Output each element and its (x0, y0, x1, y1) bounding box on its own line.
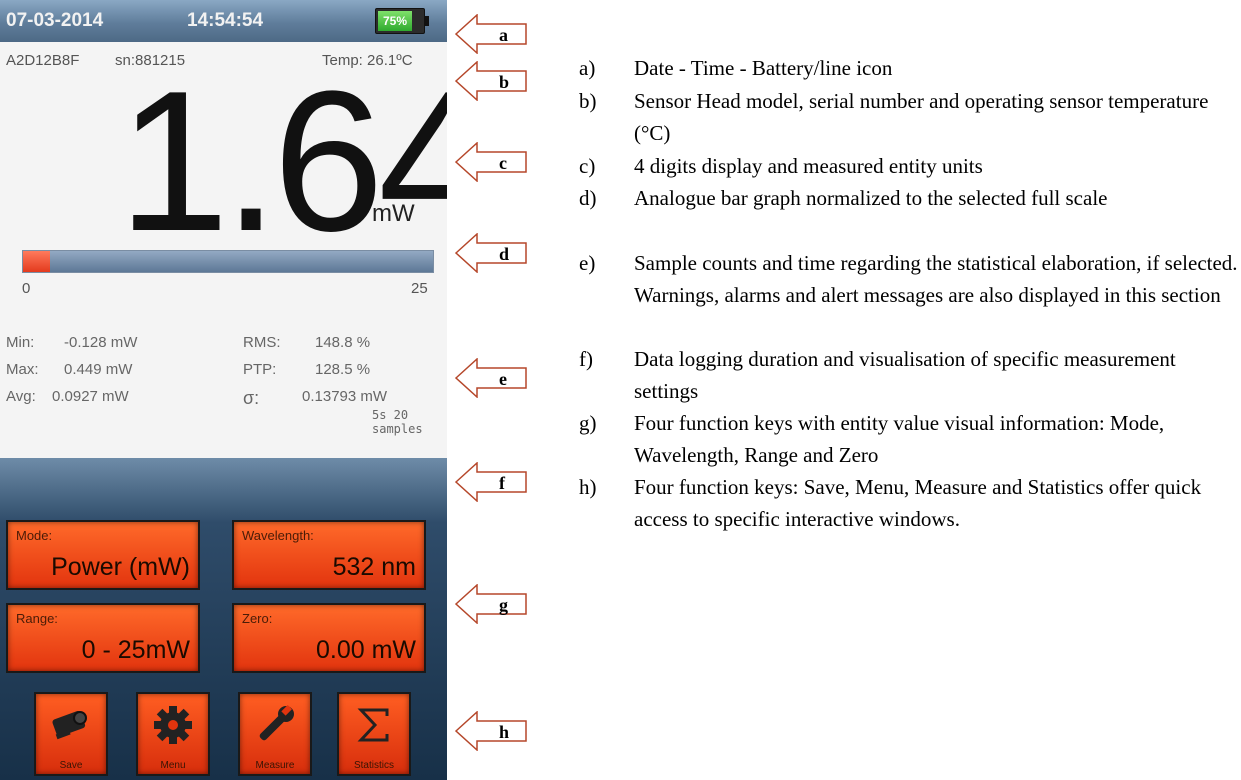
stat-avg-label: Avg: (6, 388, 36, 405)
sample-count: 5s 20 samples (372, 408, 423, 436)
menu-button-label: Menu (160, 760, 186, 771)
statistics-button[interactable]: Statistics (337, 692, 411, 776)
sigma-icon (357, 708, 389, 742)
time-display: 14:54:54 (187, 10, 264, 31)
left-arrow-icon (454, 232, 527, 274)
measurement-value: 1.64 (118, 50, 447, 273)
statistics-button-label: Statistics (353, 760, 394, 771)
wrench-icon (259, 705, 294, 741)
callout-b: b (454, 60, 527, 102)
battery-level: 75% (378, 11, 412, 31)
description-letter: b) (579, 89, 597, 113)
menu-button[interactable]: Menu (136, 692, 210, 776)
left-arrow-icon (454, 461, 527, 503)
callout-h: h (454, 710, 527, 752)
date-display: 07-03-2014 (6, 10, 104, 31)
left-arrow-icon (454, 710, 527, 752)
description-text: 4 digits display and measured entity uni… (634, 154, 983, 178)
description-letter: h) (579, 475, 597, 499)
zero-key-value: 0.00 mW (315, 636, 416, 664)
callout-letter: f (499, 473, 505, 493)
stat-rms-label: RMS: (243, 334, 281, 351)
description-text: Sensor Head model, serial number and ope… (634, 89, 1209, 145)
description-letter: f) (579, 347, 593, 371)
description-letter: g) (579, 411, 597, 435)
stat-min-value: -0.128 mW (64, 334, 138, 351)
bar-scale-min: 0 (22, 280, 31, 297)
mode-key-label: Mode: (16, 528, 53, 543)
stat-max-value: 0.449 mW (64, 361, 133, 378)
description-letter: d) (579, 186, 597, 210)
battery-terminal (425, 16, 429, 26)
zero-key[interactable]: Zero: 0.00 mW (232, 603, 426, 673)
mode-key-value: Power (mW) (51, 553, 190, 581)
sensor-model: A2D12B8F (6, 52, 80, 69)
sensor-head-icon (52, 711, 87, 740)
description-letter: a) (579, 56, 596, 80)
wavelength-key[interactable]: Wavelength: 532 nm (232, 520, 426, 590)
range-key-label: Range: (16, 611, 58, 626)
stat-avg-value: 0.0927 mW (52, 388, 129, 405)
mode-key[interactable]: Mode: Power (mW) (6, 520, 200, 590)
stat-rms-value: 148.8 % (315, 334, 371, 351)
measure-button-label: Measure (255, 760, 295, 771)
description-text: Four function keys with entity value vis… (634, 411, 1165, 467)
measure-button[interactable]: Measure (238, 692, 312, 776)
callout-letter: h (499, 722, 510, 742)
callout-letter: d (499, 244, 510, 264)
left-arrow-icon (454, 583, 527, 625)
callout-letter: c (499, 153, 507, 173)
description-letter: c) (579, 154, 596, 178)
description-text: Analogue bar graph normalized to the sel… (634, 186, 1108, 210)
callout-letter: b (499, 72, 510, 92)
stat-ptp-label: PTP: (243, 361, 277, 378)
stat-max-label: Max: (6, 361, 39, 378)
description-text: Sample counts and time regarding the sta… (634, 251, 1238, 307)
callout-a: a (454, 13, 527, 55)
battery-icon: 75% (375, 8, 429, 34)
callout-d: d (454, 232, 527, 274)
stat-sigma-label: σ: (243, 388, 260, 408)
save-button-label: Save (59, 760, 83, 771)
left-arrow-icon (454, 357, 527, 399)
gear-icon (154, 706, 192, 744)
device-screen: 07-03-2014 14:54:54 75% A2D12B8F sn:8812… (0, 0, 447, 780)
bar-graph (22, 250, 434, 273)
measurement-unit: mW (372, 200, 415, 227)
wavelength-key-label: Wavelength: (242, 528, 314, 543)
callout-g: g (454, 583, 527, 625)
stat-ptp-value: 128.5 % (315, 361, 371, 378)
callout-letter: a (499, 25, 508, 45)
wavelength-key-value: 532 nm (332, 553, 416, 581)
description-letter: e) (579, 251, 596, 275)
callout-f: f (454, 461, 527, 503)
description-text: Data logging duration and visualisation … (634, 347, 1176, 403)
range-key[interactable]: Range: 0 - 25mW (6, 603, 200, 673)
stat-min-label: Min: (6, 334, 35, 351)
left-arrow-icon (454, 141, 527, 183)
zero-key-label: Zero: (242, 611, 273, 626)
bar-graph-fill (23, 251, 51, 272)
stat-sigma-value: 0.13793 mW (302, 388, 388, 405)
status-bar: 07-03-2014 14:54:54 75% (0, 0, 447, 42)
callout-c: c (454, 141, 527, 183)
save-button[interactable]: Save (34, 692, 108, 776)
left-arrow-icon (454, 60, 527, 102)
left-arrow-icon (454, 13, 527, 55)
bar-scale-max: 25 (411, 280, 428, 297)
callout-letter: g (499, 595, 508, 615)
callout-letter: e (499, 369, 507, 389)
range-key-value: 0 - 25mW (81, 636, 190, 664)
callout-e: e (454, 357, 527, 399)
description-text: Date - Time - Battery/line icon (634, 56, 893, 80)
description-text: Four function keys: Save, Menu, Measure … (634, 475, 1202, 531)
